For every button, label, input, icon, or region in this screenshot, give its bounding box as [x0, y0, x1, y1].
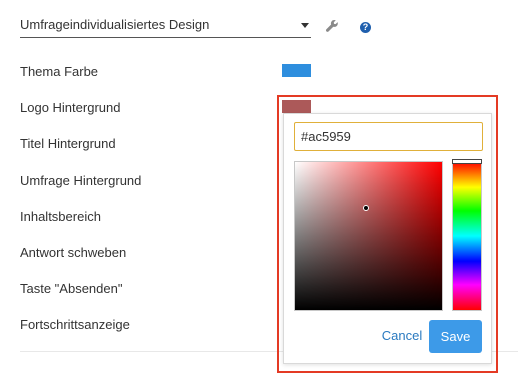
row-label-progress-bar: Fortschrittsanzeige	[20, 317, 130, 332]
row-label-answer-hover: Antwort schweben	[20, 245, 127, 260]
design-select[interactable]: Umfrageindividualisiertes Design	[20, 10, 311, 38]
row-label-survey-background: Umfrage Hintergrund	[20, 173, 142, 188]
cancel-button[interactable]: Cancel	[380, 325, 424, 347]
theme-color-swatch[interactable]	[282, 64, 311, 77]
row-label-content-area: Inhaltsbereich	[20, 209, 101, 224]
hex-color-input[interactable]	[294, 122, 483, 151]
saturation-value-area[interactable]	[294, 161, 443, 311]
hue-slider-handle[interactable]	[452, 159, 482, 164]
wrench-icon[interactable]	[325, 19, 339, 33]
row-label-theme-color: Thema Farbe	[20, 64, 99, 79]
help-icon[interactable]: ?	[360, 22, 371, 33]
row-label-title-background: Titel Hintergrund	[20, 136, 116, 151]
save-button[interactable]: Save	[429, 320, 482, 353]
row-label-submit-button: Taste "Absenden"	[20, 281, 123, 296]
hue-slider[interactable]	[452, 159, 482, 311]
design-select-value: Umfrageindividualisiertes Design	[20, 17, 210, 32]
chevron-down-icon	[301, 23, 309, 28]
saturation-value-handle[interactable]	[363, 205, 369, 211]
row-label-logo-background: Logo Hintergrund	[20, 100, 121, 115]
